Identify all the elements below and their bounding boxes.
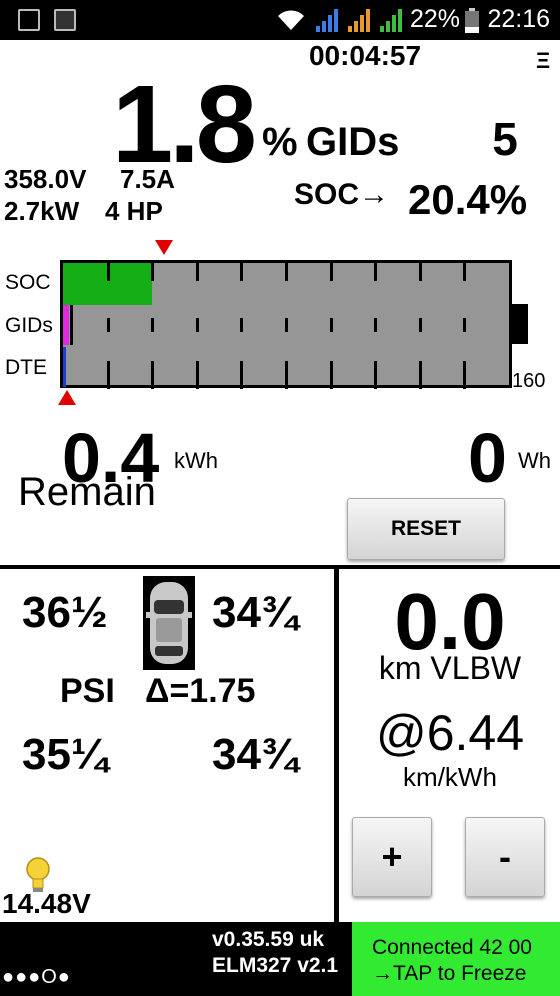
gauge-tick — [463, 361, 466, 389]
gallery-notification-icon — [18, 9, 40, 31]
gauge-tick — [330, 318, 333, 332]
gauge-tick — [107, 318, 110, 332]
freeze-hint-text: →TAP to Freeze — [372, 962, 527, 985]
menu-icon[interactable]: Ξ — [536, 48, 550, 74]
gids-marker — [70, 305, 73, 345]
percent-sign: % — [262, 120, 298, 164]
current-reading: 7.5A — [120, 164, 175, 194]
soc-marker-icon — [155, 240, 173, 255]
soc-value: 20.4% — [408, 176, 528, 223]
gauge-tick — [151, 361, 154, 389]
tire-rear-right: 34¾ — [212, 730, 298, 779]
efficiency-unit: km/kWh — [403, 762, 497, 792]
tire-rear-left: 35¼ — [22, 730, 108, 779]
reset-button[interactable]: RESET — [347, 498, 505, 560]
app-notification-icon — [54, 9, 76, 31]
gids-bar — [63, 305, 69, 345]
gauge-tick — [419, 318, 422, 332]
decrease-efficiency-button[interactable]: - — [465, 817, 545, 897]
clock: 22:16 — [487, 5, 550, 33]
tire-front-left: 36½ — [22, 588, 108, 637]
battery-terminal — [510, 304, 528, 344]
gauge-tick — [419, 361, 422, 389]
efficiency-value: @6.44 — [375, 705, 525, 761]
signal-strength-icon — [380, 8, 404, 32]
gauge-tick — [196, 263, 199, 281]
divider — [0, 565, 560, 569]
gauge-tick — [374, 318, 377, 332]
gauge-label-soc: SOC — [5, 271, 51, 294]
gauge-tick — [285, 361, 288, 389]
energy-used-unit: Wh — [518, 448, 551, 473]
gauge-tick — [330, 361, 333, 389]
remain-label: Remain — [18, 470, 156, 514]
pressure-unit: PSI — [60, 672, 115, 710]
battery-icon — [465, 8, 479, 33]
dte-bar — [63, 347, 66, 387]
pressure-delta: Δ=1.75 — [145, 672, 256, 710]
signal-strength-icon — [348, 8, 372, 32]
gauge-tick — [151, 318, 154, 332]
gids-count: 5 — [492, 113, 518, 165]
gauge-tick — [107, 361, 110, 389]
battery-percent: 22% — [409, 5, 460, 33]
gauge-tick — [240, 263, 243, 281]
gauge-tick — [374, 263, 377, 281]
soc-label: SOC→ — [294, 178, 390, 211]
increase-efficiency-button[interactable]: + — [352, 817, 432, 897]
tire-front-right: 34¾ — [212, 588, 298, 637]
car-icon — [143, 576, 195, 670]
voltage-reading: 358.0V — [4, 164, 87, 194]
gauge-tick — [285, 263, 288, 281]
gauge-label-gids: GIDs — [5, 314, 53, 337]
adapter-name: ELM327 v2.1 — [212, 954, 339, 977]
battery-gauge — [60, 260, 512, 389]
connection-status[interactable]: Connected 42 00 →TAP to Freeze — [352, 922, 560, 996]
gauge-tick — [330, 263, 333, 281]
horsepower-reading: 4 HP — [105, 196, 163, 226]
gauge-tick — [240, 361, 243, 389]
status-bar: 22% 22:16 — [0, 0, 560, 40]
energy-remain-unit: kWh — [174, 448, 218, 473]
gauge-tick — [107, 263, 110, 281]
dte-marker-icon — [58, 390, 76, 405]
power-reading: 2.7kW — [4, 196, 80, 226]
gauge-tick — [285, 318, 288, 332]
aux-battery-voltage: 14.48V — [2, 888, 91, 919]
footer: ●●●O● v0.35.59 uk ELM327 v2.1 — [0, 922, 352, 996]
gauge-max-label: 160 — [512, 370, 546, 392]
gauge-tick — [196, 318, 199, 332]
gauge-tick — [374, 361, 377, 389]
energy-used-value: 0 — [468, 419, 507, 497]
gauge-tick — [196, 361, 199, 389]
app-version: v0.35.59 uk — [212, 928, 325, 951]
trip-timer: 00:04:57 — [308, 40, 422, 71]
gauge-tick — [419, 263, 422, 281]
gauge-tick — [463, 263, 466, 281]
activity-indicator: ●●●O● — [2, 966, 71, 988]
connection-status-text: Connected 42 00 — [372, 936, 532, 959]
gauge-label-dte: DTE — [5, 356, 47, 379]
gids-label: GIDs — [306, 120, 400, 164]
gauge-tick — [240, 318, 243, 332]
signal-strength-icon — [316, 8, 340, 32]
wifi-icon — [278, 10, 304, 30]
range-unit: km VLBW — [378, 650, 522, 686]
gauge-tick — [463, 318, 466, 332]
gauge-tick — [151, 263, 154, 281]
